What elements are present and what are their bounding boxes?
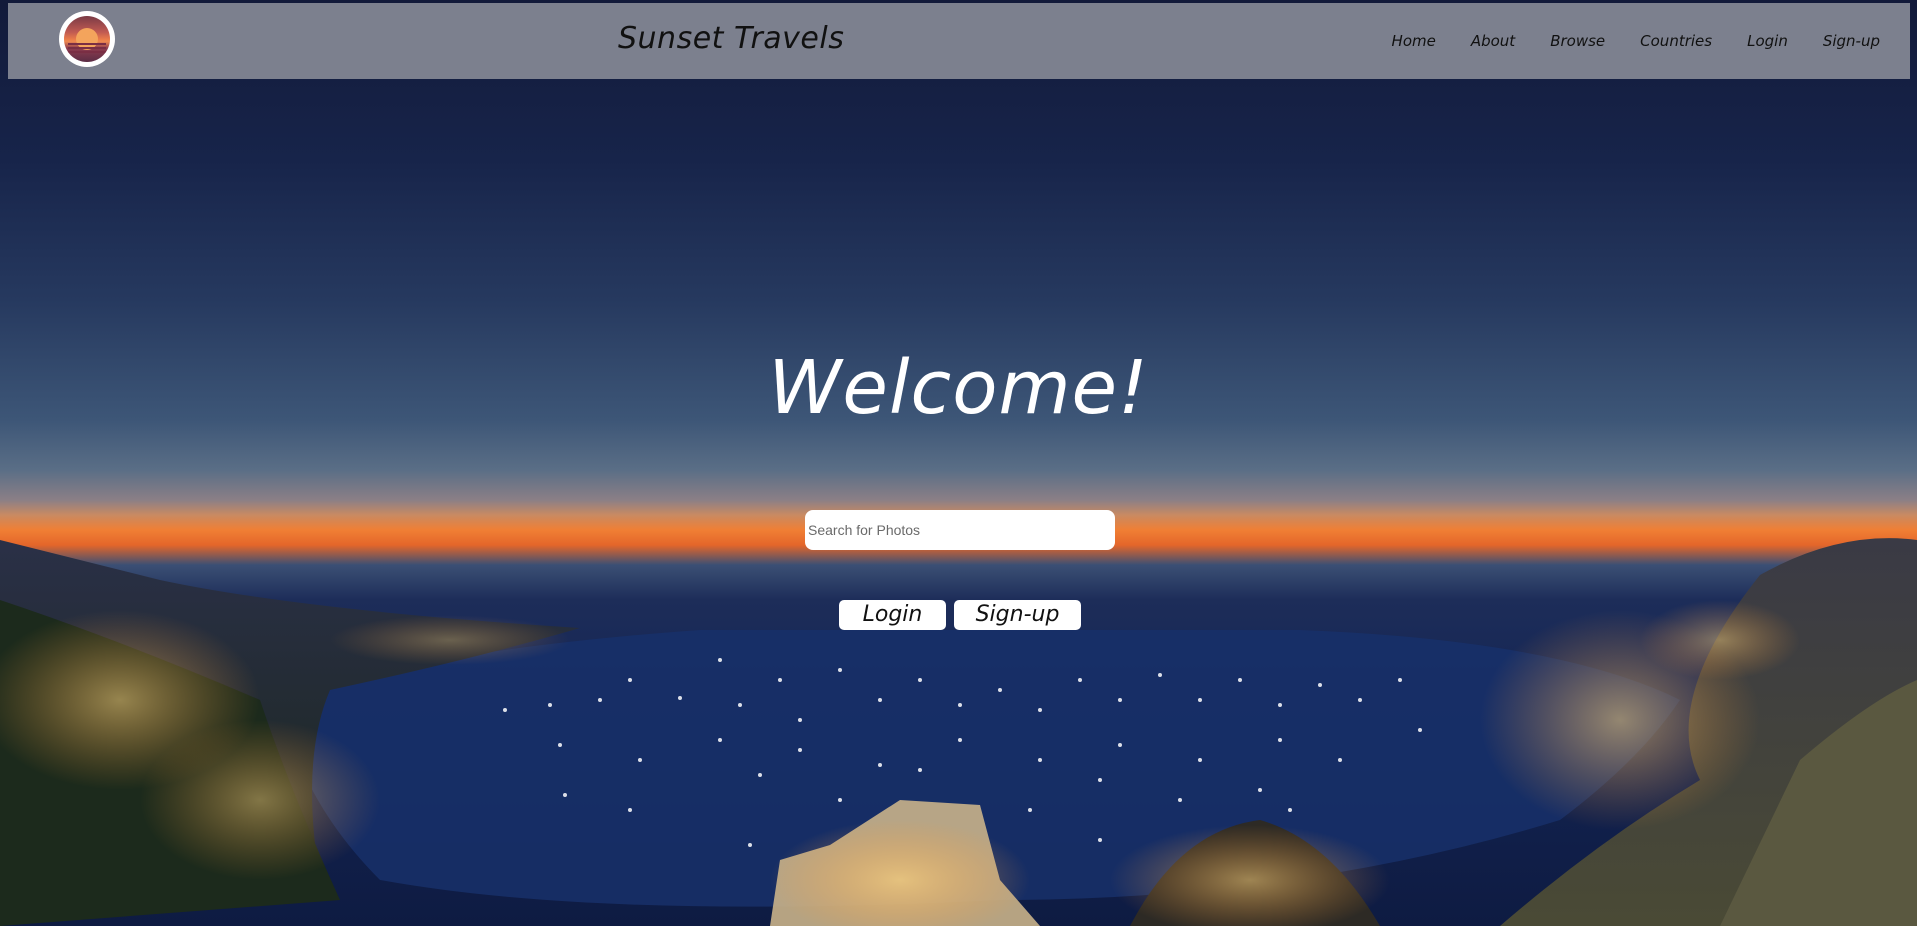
coastline-night-scene	[0, 538, 1917, 926]
site-title: Sunset Travels	[618, 21, 845, 56]
nav-countries[interactable]: Countries	[1640, 32, 1712, 50]
search-input[interactable]	[805, 510, 1115, 550]
navbar: Sunset Travels Home About Browse Countri…	[8, 3, 1910, 79]
nav-login[interactable]: Login	[1747, 32, 1788, 50]
main-nav: Home About Browse Countries Login Sign-u…	[1357, 32, 1880, 50]
signup-button[interactable]: Sign-up	[954, 600, 1081, 630]
nav-browse[interactable]: Browse	[1550, 32, 1605, 50]
hero-background	[0, 0, 1917, 926]
welcome-heading: Welcome!	[768, 345, 1149, 431]
nav-signup[interactable]: Sign-up	[1823, 32, 1880, 50]
login-button[interactable]: Login	[839, 600, 946, 630]
sunset-logo-icon	[64, 16, 110, 62]
nav-home[interactable]: Home	[1392, 32, 1436, 50]
sunset-logo[interactable]	[59, 11, 115, 67]
nav-about[interactable]: About	[1471, 32, 1515, 50]
